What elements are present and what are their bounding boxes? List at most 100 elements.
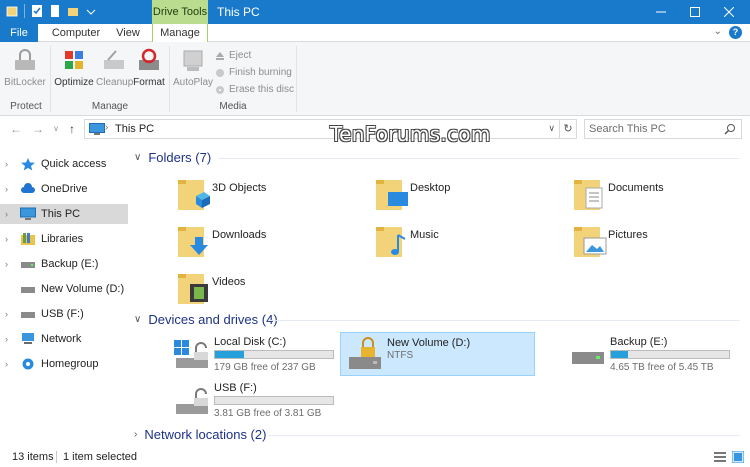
breadcrumb-chevron-icon[interactable]: ›	[105, 122, 108, 133]
autoplay-button[interactable]: AutoPlay	[172, 48, 214, 88]
erase-disc-button[interactable]: Erase this disc	[215, 84, 294, 95]
tab-manage[interactable]: Manage	[152, 24, 208, 43]
nav-item-libraries[interactable]: › Libraries	[0, 229, 128, 249]
section-divider	[218, 158, 740, 159]
nav-item-usb-f[interactable]: › USB (F:)	[0, 304, 128, 324]
bitlocker-button[interactable]: BitLocker	[4, 48, 46, 88]
refresh-button[interactable]: ↻	[560, 119, 577, 139]
format-label: Format	[133, 77, 165, 88]
folder-item[interactable]: Music	[374, 221, 564, 265]
folder-label: Downloads	[212, 229, 267, 241]
folder-item[interactable]: Documents	[572, 174, 750, 218]
drive-usage-bar	[214, 350, 334, 359]
nav-item-onedrive[interactable]: › OneDrive	[0, 179, 128, 199]
manage-group-label: Manage	[91, 101, 129, 112]
drive-item[interactable]: Local Disk (C:) 179 GB free of 237 GB	[168, 332, 363, 376]
optimize-button[interactable]: Optimize	[54, 48, 94, 88]
nav-item-new-volume-d[interactable]: New Volume (D:)	[0, 279, 128, 299]
drive-item[interactable]: New Volume (D:) NTFS	[340, 332, 535, 376]
nav-item-label: USB (F:)	[41, 308, 84, 320]
section-title: Devices and drives (4)	[148, 312, 278, 327]
expand-chevron-icon[interactable]: ›	[5, 309, 15, 319]
drive-item[interactable]: USB (F:) 3.81 GB free of 3.81 GB	[168, 378, 363, 422]
address-dropdown-icon[interactable]: ∨	[548, 123, 555, 134]
collapse-ribbon-icon[interactable]: ⌄	[714, 26, 722, 37]
new-folder-icon[interactable]	[67, 4, 79, 18]
section-network-locations[interactable]: › Network locations (2)	[134, 427, 266, 442]
tab-file[interactable]: File	[0, 24, 38, 42]
folder-item[interactable]: Downloads	[176, 221, 366, 265]
folder-item[interactable]: 3D Objects	[176, 174, 366, 218]
cleanup-button[interactable]: Cleanup	[96, 48, 133, 88]
collapse-chevron-icon[interactable]: ∨	[134, 314, 141, 325]
nav-item-label: Libraries	[41, 233, 84, 245]
expand-chevron-icon[interactable]: ›	[5, 209, 15, 219]
bitlocker-icon	[9, 48, 41, 74]
app-icon[interactable]	[6, 4, 18, 18]
section-devices-and-drives[interactable]: ∨ Devices and drives (4)	[134, 312, 278, 327]
locked-drive-icon	[349, 337, 381, 369]
section-folders[interactable]: ∨ Folders (7)	[134, 150, 211, 165]
expand-chevron-icon[interactable]: ›	[5, 259, 15, 269]
nav-item-label: New Volume (D:)	[41, 283, 125, 295]
nav-item-backup-e[interactable]: › Backup (E:)	[0, 254, 128, 274]
large-icons-view-icon[interactable]	[732, 451, 744, 463]
folder-label: Videos	[212, 276, 246, 288]
drive-item[interactable]: Backup (E:) 4.65 TB free of 5.45 TB	[564, 332, 750, 376]
back-button[interactable]: ←	[8, 121, 24, 137]
details-view-icon[interactable]	[714, 451, 726, 463]
help-icon[interactable]: ?	[729, 26, 742, 39]
finish-burning-button[interactable]: Finish burning	[215, 67, 292, 78]
new-file-icon[interactable]	[49, 4, 61, 18]
autoplay-icon	[177, 48, 209, 74]
section-title: Folders (7)	[148, 150, 212, 165]
up-button[interactable]: ↑	[64, 121, 80, 137]
close-button[interactable]	[712, 0, 746, 24]
collapse-chevron-icon[interactable]: ∨	[134, 152, 141, 163]
nav-item-network[interactable]: › Network	[0, 329, 128, 349]
search-input[interactable]: Search This PC	[584, 119, 742, 139]
usb-drive-icon	[176, 388, 208, 414]
breadcrumb-this-pc[interactable]: This PC	[115, 123, 154, 135]
monitor-icon	[20, 207, 36, 220]
bitlocker-label: BitLocker	[4, 77, 46, 88]
maximize-button[interactable]	[678, 0, 712, 24]
eject-button[interactable]: Eject	[215, 50, 251, 61]
properties-icon[interactable]	[31, 4, 43, 18]
section-divider	[268, 320, 740, 321]
folder-item[interactable]: Videos	[176, 268, 366, 312]
expand-chevron-icon[interactable]: ›	[5, 184, 15, 194]
qat-dropdown-icon[interactable]	[85, 4, 97, 18]
optimize-label: Optimize	[54, 77, 94, 88]
optimize-icon	[58, 48, 90, 74]
format-button[interactable]: Format	[132, 48, 166, 88]
erase-disc-icon	[215, 85, 225, 95]
folder-3d-objects-icon	[178, 180, 210, 210]
group-separator	[50, 46, 51, 112]
tab-view[interactable]: View	[108, 24, 148, 42]
nav-item-label: Homegroup	[41, 358, 99, 370]
forward-button[interactable]: →	[30, 121, 46, 137]
status-bar: 13 items 1 item selected	[0, 447, 750, 467]
minimize-button[interactable]	[644, 0, 678, 24]
expand-chevron-icon[interactable]: ›	[5, 159, 15, 169]
media-group-label: Media	[219, 101, 247, 112]
folder-item[interactable]: Pictures	[572, 221, 750, 265]
nav-item-this-pc[interactable]: › This PC	[0, 204, 128, 224]
expand-chevron-icon[interactable]: ›	[5, 359, 15, 369]
recent-locations-button[interactable]: ∨	[48, 121, 64, 137]
nav-item-quick-access[interactable]: › Quick access	[0, 154, 128, 174]
expand-chevron-icon[interactable]: ›	[5, 234, 15, 244]
expand-chevron-icon[interactable]: ›	[5, 334, 15, 344]
tab-computer[interactable]: Computer	[50, 24, 102, 42]
selection-count: 1 item selected	[63, 451, 137, 463]
nav-item-homegroup[interactable]: › Homegroup	[0, 354, 128, 374]
drive-icon	[21, 287, 35, 293]
folder-music-icon	[376, 227, 406, 257]
folder-item[interactable]: Desktop	[374, 174, 564, 218]
nav-item-label: This PC	[41, 208, 81, 220]
expand-chevron-icon[interactable]: ›	[134, 429, 137, 440]
homegroup-icon	[22, 358, 34, 370]
drive-free-space: 3.81 GB free of 3.81 GB	[214, 408, 322, 419]
folder-label: Desktop	[410, 182, 451, 194]
